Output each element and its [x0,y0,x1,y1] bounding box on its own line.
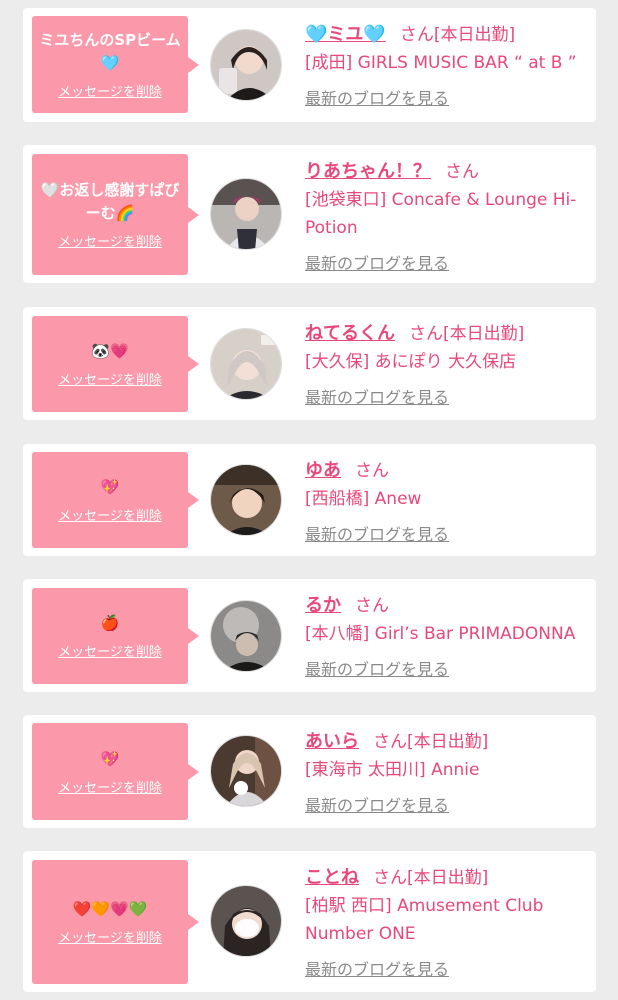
message-bubble: ミユちんのSPビーム🩵 メッセージを削除 [32,16,199,113]
delete-message-link[interactable]: メッセージを削除 [58,777,162,796]
avatar[interactable] [210,29,282,101]
list-item: ❤️🧡💗💚 メッセージを削除 ことね さん [本日出勤] [柏駅 西口] Amu… [23,851,596,992]
delete-message-link[interactable]: メッセージを削除 [58,641,162,660]
shop-name: [本八幡] Girl’s Bar PRIMADONNA [305,624,576,644]
honorific-label: さん [409,324,443,344]
message-bubble: 💖 メッセージを削除 [32,723,199,820]
message-bubble: 🤍お返し感謝すぱびーむ🌈 メッセージを削除 [32,154,199,275]
latest-blog-link[interactable]: 最新のブログを見る [305,956,449,980]
cast-name-link[interactable]: ゆあ [305,456,341,482]
message-bubble: 🍎 メッセージを削除 [32,588,199,684]
message-text: 💖 [100,478,120,496]
cast-name-link[interactable]: あいら [305,727,359,753]
avatar[interactable] [210,600,282,672]
delete-message-link[interactable]: メッセージを削除 [58,505,162,524]
honorific-label: さん [355,461,389,481]
shop-name: [池袋東口] Concafe & Lounge Hi-Potion [305,190,577,238]
work-status: [本日出勤] [443,324,525,344]
message-bubble: 💖 メッセージを削除 [32,452,199,548]
work-status: [本日出勤] [433,25,516,45]
latest-blog-link[interactable]: 最新のブログを見る [305,656,449,680]
message-text: ミユちんのSPビーム🩵 [39,31,181,72]
avatar[interactable] [210,885,282,957]
latest-blog-link[interactable]: 最新のブログを見る [305,792,449,816]
list-item: ミユちんのSPビーム🩵 メッセージを削除 🩵ミユ🩵 さん [本日出勤] [成田]… [23,8,596,122]
message-text: 🤍お返し感謝すぱびーむ🌈 [40,181,180,222]
delete-message-link[interactable]: メッセージを削除 [58,369,162,388]
shop-name: [柏駅 西口] Amusement Club Number ONE [305,896,544,944]
list-item: 💖 メッセージを削除 あいら さん [本日出勤] [東海市 太田川] Annie… [23,715,596,828]
list-item: 🐼💗 メッセージを削除 ねてるくん さん [本日出勤] [大久保] あにぽり 大… [23,307,596,420]
avatar[interactable] [210,178,282,250]
shop-name: [西船橋] Anew [305,489,422,509]
work-status: [本日出勤] [407,868,489,888]
shop-name: [東海市 太田川] Annie [305,760,480,780]
list-item: 🍎 メッセージを削除 るか さん [本八幡] Girl’s Bar PRIMAD… [23,579,596,692]
cast-name-link[interactable]: りあちゃん！？ [305,157,431,183]
list-item: 🤍お返し感謝すぱびーむ🌈 メッセージを削除 りあちゃん！？ さん [池袋東口] … [23,145,596,283]
message-text: ❤️🧡💗💚 [72,900,148,918]
message-bubble: ❤️🧡💗💚 メッセージを削除 [32,860,199,984]
cast-name-link[interactable]: ねてるくん [305,319,395,345]
delete-message-link[interactable]: メッセージを削除 [58,81,162,100]
honorific-label: さん [373,732,407,752]
shop-name: [大久保] あにぽり 大久保店 [305,352,517,372]
latest-blog-link[interactable]: 最新のブログを見る [305,521,449,545]
work-status: [本日出勤] [407,732,489,752]
honorific-label: さん [373,868,407,888]
message-text: 🐼💗 [91,342,129,360]
list-item: 💖 メッセージを削除 ゆあ さん [西船橋] Anew 最新のブログを見る [23,444,596,556]
message-text: 💖 [100,749,120,768]
avatar[interactable] [210,328,282,400]
latest-blog-link[interactable]: 最新のブログを見る [305,250,449,274]
delete-message-link[interactable]: メッセージを削除 [58,231,162,250]
shop-name: [成田] GIRLS MUSIC BAR “ at B ” [305,53,577,73]
cast-name-link[interactable]: るか [305,591,341,617]
message-bubble: 🐼💗 メッセージを削除 [32,316,199,412]
avatar[interactable] [210,464,282,536]
honorific-label: さん [445,162,479,182]
message-text: 🍎 [100,614,120,632]
latest-blog-link[interactable]: 最新のブログを見る [305,85,449,109]
delete-message-link[interactable]: メッセージを削除 [58,927,162,946]
cast-name-link[interactable]: 🩵ミユ🩵 [305,20,386,46]
message-list: ミユちんのSPビーム🩵 メッセージを削除 🩵ミユ🩵 さん [本日出勤] [成田]… [0,0,618,1000]
cast-name-link[interactable]: ことね [305,863,359,889]
honorific-label: さん [399,25,434,45]
latest-blog-link[interactable]: 最新のブログを見る [305,384,449,408]
avatar[interactable] [210,735,282,807]
honorific-label: さん [355,596,389,616]
